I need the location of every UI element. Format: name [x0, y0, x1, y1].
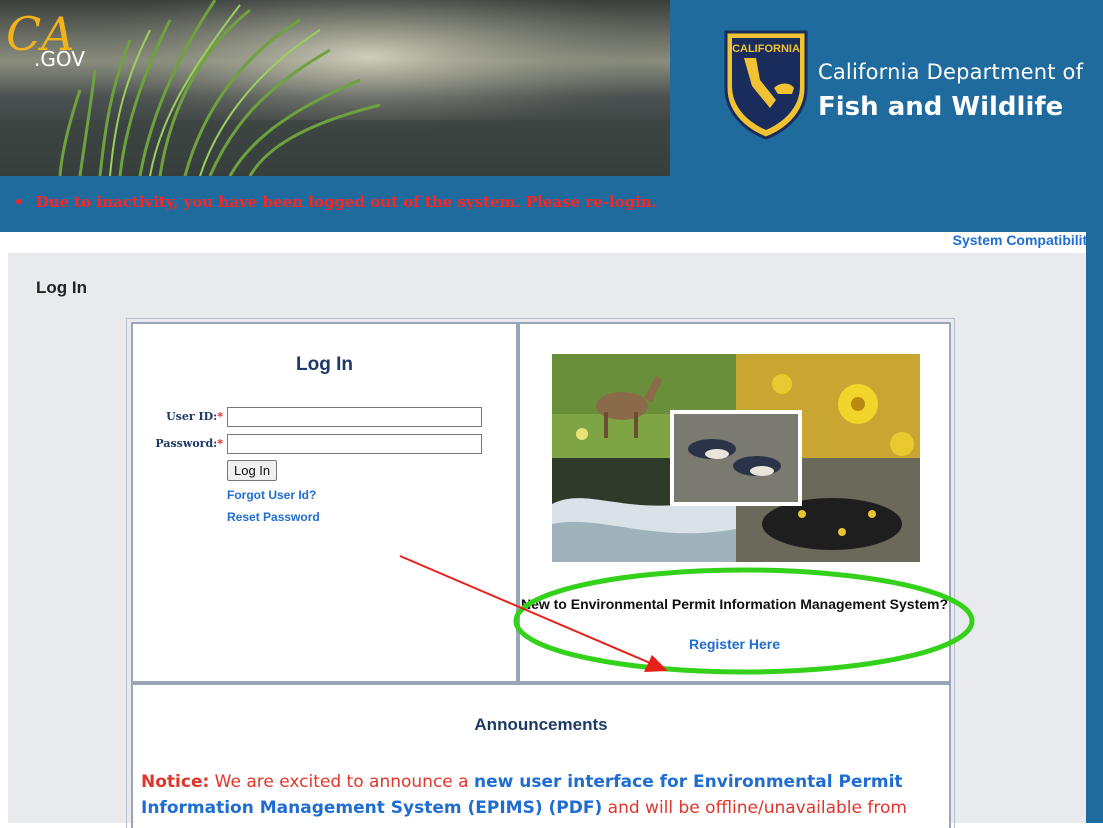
department-name-line2: Fish and Wildlife: [818, 92, 1064, 122]
forgot-user-id-link[interactable]: Forgot User Id?: [227, 488, 316, 502]
ca-logo-suffix: .GOV: [34, 47, 85, 71]
system-compatibility-link[interactable]: System Compatibility: [953, 232, 1095, 248]
wildlife-photo-collage: [552, 354, 920, 562]
inactivity-alert: • Due to inactivity, you have been logged…: [14, 193, 657, 211]
password-input[interactable]: [227, 434, 482, 454]
login-heading: Log In: [296, 354, 353, 375]
login-button[interactable]: Log In: [227, 460, 278, 481]
notice-label: Notice:: [141, 772, 210, 792]
password-label: Password:*: [155, 437, 223, 450]
login-panel: Log In User ID:* Password:* Log In Forgo…: [131, 322, 518, 683]
user-id-input[interactable]: [227, 407, 482, 427]
notice-text-start: We are excited to announce a: [209, 772, 474, 792]
register-panel: New to Environmental Permit Information …: [518, 322, 951, 683]
department-name-line1: California Department of: [818, 60, 1084, 84]
cdfw-seal-logo: CALIFORNIA: [722, 28, 810, 140]
alert-bullet: •: [14, 193, 24, 211]
page-title: Log In: [36, 278, 87, 297]
right-edge-stripe: [1086, 232, 1103, 823]
reset-password-link[interactable]: Reset Password: [227, 510, 320, 524]
register-here-link[interactable]: Register Here: [520, 636, 949, 652]
ca-gov-logo[interactable]: CA .GOV: [6, 7, 100, 78]
register-question: New to Environmental Permit Information …: [520, 596, 949, 612]
banner-photo: [0, 0, 670, 176]
announcements-panel: Announcements Notice: We are excited to …: [131, 683, 951, 828]
alert-message: Due to inactivity, you have been logged …: [35, 193, 658, 211]
user-id-label: User ID:*: [166, 410, 223, 423]
site-banner: CA .GOV CALIFORNIA California Department…: [0, 0, 1103, 232]
announcements-heading: Announcements: [474, 715, 608, 734]
seal-top-text: CALIFORNIA: [732, 43, 800, 55]
announcement-notice: Notice: We are excited to announce a new…: [141, 769, 941, 821]
notice-text-end: and will be offline/unavailable from: [602, 798, 907, 818]
